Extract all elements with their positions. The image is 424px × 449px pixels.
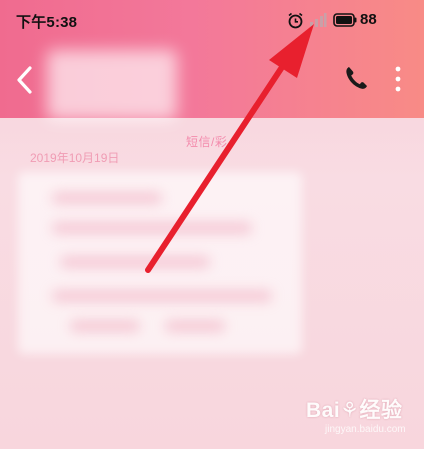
watermark-url: jingyan.baidu.com — [325, 424, 406, 435]
message-text-blur — [60, 256, 210, 268]
message-date: 2019年10月19日 — [30, 151, 120, 165]
message-text-blur — [52, 192, 162, 204]
status-bar: 下午5:38 88 — [0, 0, 424, 40]
status-time: 下午5:38 — [16, 14, 78, 31]
phone-icon[interactable] — [343, 64, 369, 92]
contact-name-blurred — [47, 50, 177, 120]
message-text-blur — [165, 320, 225, 332]
more-vertical-icon[interactable] — [390, 64, 406, 94]
battery-icon — [333, 13, 357, 27]
back-arrow-icon[interactable] — [12, 62, 38, 98]
message-text-blur — [52, 290, 272, 302]
baidu-jingyan-watermark: Bai⚘经验 — [306, 399, 403, 422]
message-text-blur — [52, 222, 252, 234]
signal-icon — [310, 13, 327, 27]
alarm-icon — [288, 12, 303, 29]
message-type-label: 短信/彩 — [186, 135, 228, 149]
battery-level: 88 — [360, 11, 377, 28]
message-text-blur — [70, 320, 140, 332]
